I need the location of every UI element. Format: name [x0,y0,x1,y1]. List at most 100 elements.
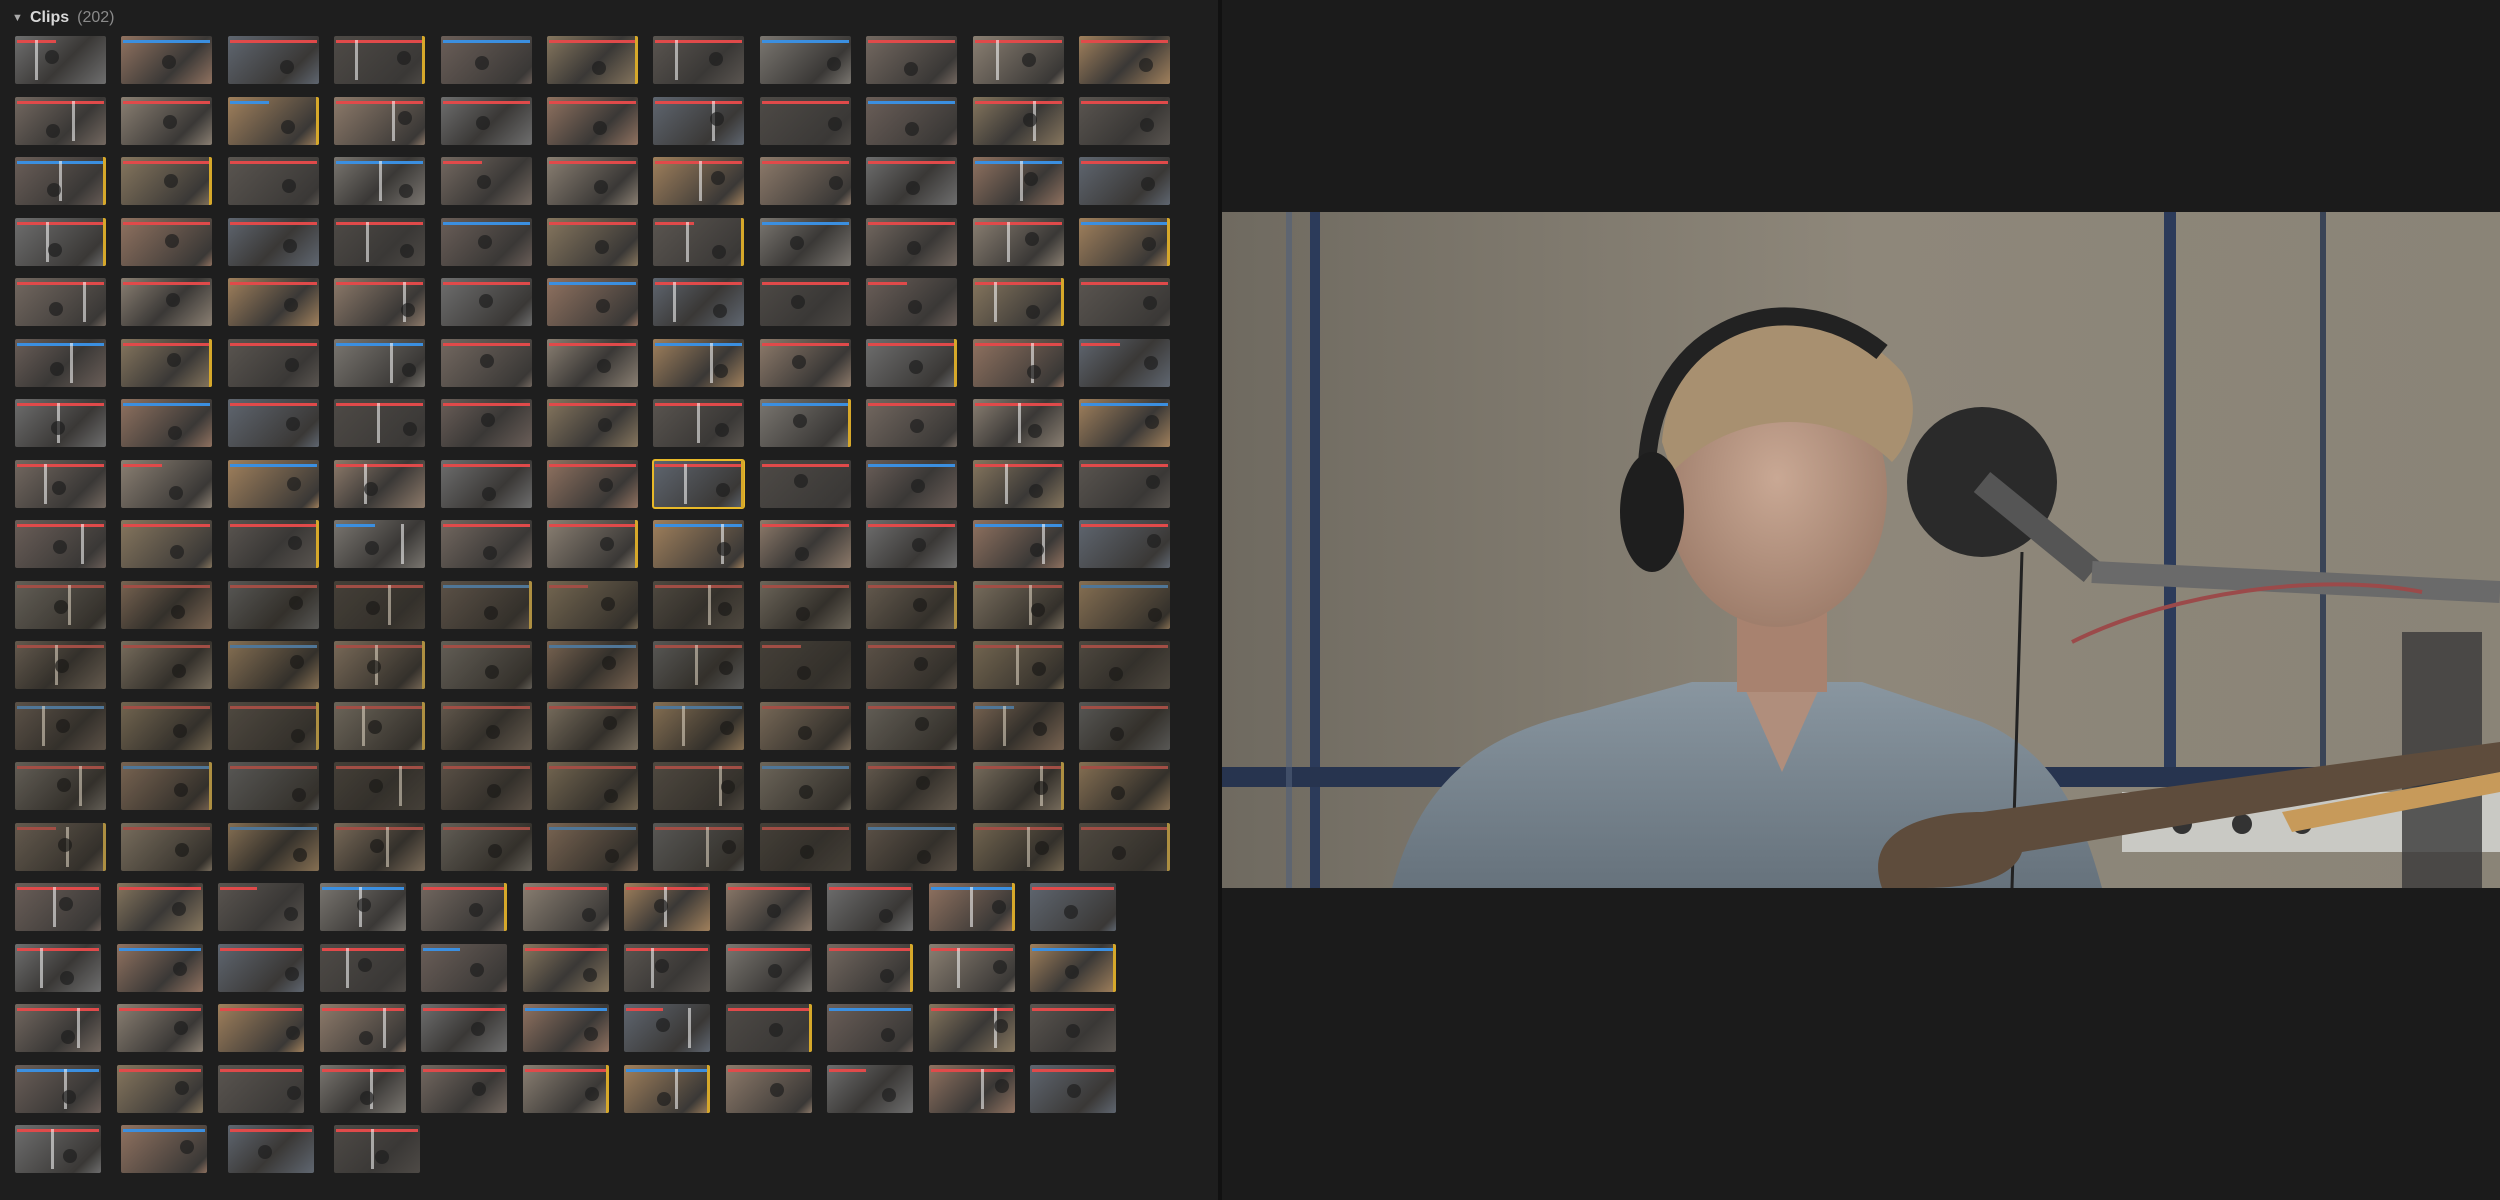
clip-thumbnail[interactable] [866,36,958,84]
clip-thumbnail[interactable] [334,96,426,145]
clip-thumbnail[interactable] [759,278,851,326]
clip-thumbnail[interactable] [522,1064,609,1113]
clip-thumbnail[interactable] [319,883,406,931]
clip-thumbnail[interactable] [547,641,638,689]
clip-thumbnail[interactable] [972,701,1064,750]
clip-thumbnail[interactable] [972,278,1064,326]
clip-thumbnail[interactable] [116,1064,203,1113]
clip-thumbnail[interactable] [227,520,319,568]
clip-thumbnail[interactable] [759,217,851,266]
clip-thumbnail[interactable] [1079,580,1170,629]
clip-thumbnail[interactable] [653,822,745,871]
clip-thumbnail[interactable] [334,641,426,689]
clip-thumbnail[interactable] [334,36,426,84]
clip-thumbnail[interactable] [334,399,426,447]
clip-thumbnail[interactable] [440,641,532,689]
clip-thumbnail[interactable] [334,459,426,508]
clip-thumbnail[interactable] [653,701,745,750]
clip-thumbnail[interactable] [547,338,638,387]
clip-thumbnail[interactable] [866,96,958,145]
clip-thumbnail[interactable] [547,96,638,145]
clip-thumbnail[interactable] [15,278,106,326]
clip-thumbnail[interactable] [653,641,745,689]
clip-thumbnail[interactable] [1079,822,1170,871]
clip-thumbnail[interactable] [218,1064,304,1113]
clip-thumbnail[interactable] [759,36,851,84]
clip-thumbnail[interactable] [15,217,106,266]
clip-thumbnail[interactable] [15,883,101,931]
clip-thumbnail[interactable] [121,96,213,145]
clip-thumbnail[interactable] [227,641,319,689]
clip-thumbnail[interactable] [725,883,812,931]
clip-thumbnail[interactable] [121,157,213,205]
clip-thumbnail[interactable] [227,217,319,266]
clip-thumbnail[interactable] [440,217,532,266]
clip-thumbnail[interactable] [759,641,851,689]
clip-thumbnail[interactable] [334,762,426,810]
clip-thumbnail[interactable] [121,822,213,871]
clip-thumbnail[interactable] [1079,36,1170,84]
clip-thumbnail[interactable] [440,278,532,326]
clip-thumbnail[interactable] [121,36,213,84]
clip-thumbnail[interactable] [759,96,851,145]
clip-thumbnail[interactable] [653,278,745,326]
clip-thumbnail[interactable] [421,943,507,992]
clip-thumbnail[interactable] [15,338,106,387]
clip-thumbnail[interactable] [121,520,213,568]
clip-thumbnail[interactable] [547,459,638,508]
clip-thumbnail[interactable] [319,1064,406,1113]
clip-thumbnail[interactable] [866,157,958,205]
clip-thumbnail[interactable] [319,943,406,992]
clip-thumbnail[interactable] [624,943,710,992]
clip-thumbnail[interactable] [15,822,106,871]
clip-thumbnail[interactable] [121,278,213,326]
clip-thumbnail[interactable] [1079,520,1170,568]
clip-thumbnail[interactable] [759,157,851,205]
clip-thumbnail[interactable] [227,1125,314,1173]
clip-thumbnail[interactable] [15,36,106,84]
clip-thumbnail[interactable] [334,701,426,750]
clip-thumbnail[interactable] [121,580,213,629]
clip-thumbnail[interactable] [972,96,1064,145]
clip-thumbnail[interactable] [972,36,1064,84]
clip-thumbnail[interactable] [15,1004,101,1052]
clip-thumbnail[interactable] [827,943,913,992]
clip-thumbnail[interactable] [652,458,746,509]
clip-thumbnail[interactable] [440,822,532,871]
clip-thumbnail[interactable] [121,641,213,689]
clip-thumbnail[interactable] [440,338,532,387]
clip-thumbnail[interactable] [547,399,638,447]
clip-thumbnail[interactable] [227,822,319,871]
clip-thumbnail[interactable] [227,338,319,387]
clip-thumbnail[interactable] [15,399,106,447]
clip-thumbnail[interactable] [421,1004,507,1052]
clip-thumbnail[interactable] [1030,943,1116,992]
clip-thumbnail[interactable] [334,278,426,326]
clip-thumbnail[interactable] [827,1064,913,1113]
clip-thumbnail[interactable] [866,278,958,326]
clip-thumbnail[interactable] [1079,762,1170,810]
clip-thumbnail[interactable] [116,943,203,992]
clip-thumbnail[interactable] [15,459,106,508]
clip-thumbnail[interactable] [759,338,851,387]
clip-thumbnail[interactable] [1079,157,1170,205]
clip-thumbnail[interactable] [116,883,203,931]
clip-thumbnail[interactable] [334,338,426,387]
clip-thumbnail[interactable] [866,459,958,508]
clip-thumbnail[interactable] [547,36,638,84]
clip-thumbnail[interactable] [1079,459,1170,508]
clip-thumbnail[interactable] [866,701,958,750]
clip-thumbnail[interactable] [928,1004,1015,1052]
clip-thumbnail[interactable] [334,1125,421,1173]
clip-thumbnail[interactable] [227,701,319,750]
video-frame[interactable] [1222,212,2500,888]
clip-thumbnail[interactable] [866,762,958,810]
clip-thumbnail[interactable] [972,762,1064,810]
clip-thumbnail[interactable] [121,1125,208,1173]
clip-thumbnail[interactable] [547,520,638,568]
clip-thumbnail[interactable] [116,1004,203,1052]
clip-thumbnail[interactable] [1030,1004,1116,1052]
clip-thumbnail[interactable] [227,96,319,145]
clip-thumbnail[interactable] [440,36,532,84]
clip-thumbnail[interactable] [759,701,851,750]
